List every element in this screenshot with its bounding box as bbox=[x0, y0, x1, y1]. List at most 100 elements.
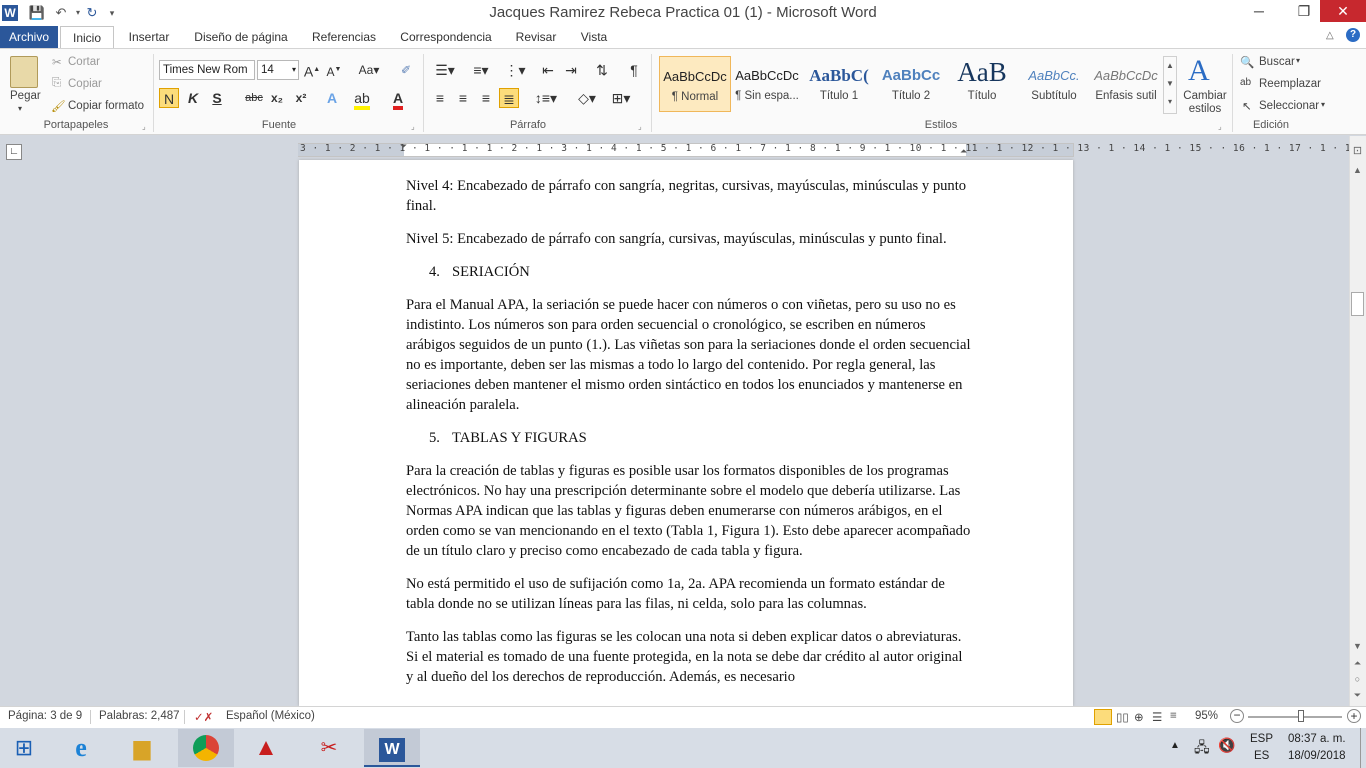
heading-seriacion[interactable]: 4. SERIACIÓN bbox=[406, 262, 971, 282]
style-normal[interactable]: AaBbCcDc ¶ Normal bbox=[659, 56, 731, 112]
tab-file[interactable]: Archivo bbox=[0, 26, 58, 49]
document-body[interactable]: Nivel 4: Encabezado de párrafo con sangr… bbox=[406, 176, 971, 700]
text-effects-icon[interactable]: A bbox=[322, 88, 342, 108]
style-heading-2[interactable]: AaBbCc Título 2 bbox=[875, 56, 947, 112]
paste-dropdown-icon[interactable]: ▾ bbox=[18, 104, 22, 113]
zoom-out-button[interactable]: − bbox=[1230, 709, 1244, 723]
tab-references[interactable]: Referencias bbox=[304, 26, 384, 49]
clear-formatting-icon[interactable]: ✐ bbox=[396, 60, 416, 80]
underline-button[interactable]: S bbox=[207, 88, 227, 108]
proofing-icon[interactable]: ✓✗ bbox=[194, 710, 213, 724]
styles-scroll[interactable]: ▲ ▼ ▾ bbox=[1163, 56, 1177, 114]
heading-tablas-figuras[interactable]: 5. TABLAS Y FIGURAS bbox=[406, 428, 971, 448]
clock-date[interactable]: 18/09/2018 bbox=[1288, 750, 1346, 762]
input-language[interactable]: ESP bbox=[1250, 733, 1273, 745]
style-title[interactable]: AaB Título bbox=[946, 56, 1018, 112]
browse-object-icon[interactable]: ○ bbox=[1349, 671, 1366, 688]
word-taskbar-icon[interactable]: W bbox=[364, 729, 420, 767]
justify-icon[interactable]: ≣ bbox=[499, 88, 519, 108]
multilevel-list-icon[interactable]: ⋮▾ bbox=[500, 60, 530, 80]
strikethrough-button[interactable]: abc bbox=[243, 88, 265, 108]
paragraph-launcher-icon[interactable]: ⌟ bbox=[638, 122, 642, 131]
paste-button-label[interactable]: Pegar bbox=[10, 90, 41, 102]
cut-button[interactable]: Cortar bbox=[68, 56, 100, 68]
align-left-icon[interactable]: ≡ bbox=[430, 88, 450, 108]
find-button[interactable]: Buscar bbox=[1259, 56, 1295, 68]
snipping-tool-icon[interactable]: ✂ bbox=[305, 729, 353, 767]
document-page[interactable]: Nivel 4: Encabezado de párrafo con sangr… bbox=[299, 160, 1073, 706]
close-button[interactable]: ✕ bbox=[1320, 0, 1366, 22]
help-icon[interactable]: ? bbox=[1346, 28, 1360, 42]
show-hidden-icons[interactable]: ▲ bbox=[1170, 740, 1180, 751]
zoom-slider-track[interactable] bbox=[1248, 716, 1342, 718]
right-indent-marker[interactable]: ⏶ bbox=[960, 146, 967, 157]
paragraph[interactable]: Nivel 4: Encabezado de párrafo con sangr… bbox=[406, 176, 971, 216]
scroll-up-arrow[interactable]: ▲ bbox=[1349, 162, 1366, 179]
autocad-icon[interactable]: ▲ bbox=[242, 729, 290, 767]
draft-view-icon[interactable]: ≡ bbox=[1170, 710, 1177, 722]
tab-insert[interactable]: Insertar bbox=[118, 26, 180, 49]
style-heading-1[interactable]: AaBbC( Título 1 bbox=[803, 56, 875, 112]
restore-button[interactable]: ❐ bbox=[1289, 0, 1319, 22]
tab-view[interactable]: Vista bbox=[572, 26, 616, 49]
align-center-icon[interactable]: ≡ bbox=[453, 88, 473, 108]
bold-button[interactable]: N bbox=[159, 88, 179, 108]
next-page-icon[interactable]: ⏷ bbox=[1349, 687, 1366, 704]
clock-time[interactable]: 08:37 a. m. bbox=[1288, 733, 1346, 745]
zoom-slider-thumb[interactable] bbox=[1297, 710, 1304, 722]
file-explorer-icon[interactable]: ▆ bbox=[118, 729, 166, 767]
internet-explorer-icon[interactable]: e bbox=[57, 729, 105, 767]
subscript-button[interactable]: x₂ bbox=[267, 88, 287, 108]
volume-muted-icon[interactable]: 🔇 bbox=[1218, 737, 1235, 754]
font-color-icon[interactable]: A bbox=[388, 88, 408, 110]
outline-view-icon[interactable]: ☰ bbox=[1152, 710, 1162, 724]
zoom-in-button[interactable]: + bbox=[1347, 709, 1361, 723]
previous-page-icon[interactable]: ⏶ bbox=[1349, 655, 1366, 672]
decrease-indent-icon[interactable]: ⇤ bbox=[538, 60, 558, 80]
tab-review[interactable]: Revisar bbox=[508, 26, 564, 49]
change-case-icon[interactable]: Aa▾ bbox=[356, 60, 382, 80]
tab-selector[interactable]: ∟ bbox=[6, 144, 22, 160]
print-layout-view-icon[interactable] bbox=[1094, 709, 1112, 725]
network-icon[interactable]: 🖧 bbox=[1194, 737, 1210, 761]
tab-page-layout[interactable]: Diseño de página bbox=[186, 26, 296, 49]
find-dropdown-icon[interactable]: ▾ bbox=[1296, 56, 1300, 65]
chrome-icon[interactable] bbox=[178, 729, 234, 767]
increase-indent-icon[interactable]: ⇥ bbox=[561, 60, 581, 80]
paragraph[interactable]: Para el Manual APA, la seriación se pued… bbox=[406, 295, 971, 415]
superscript-button[interactable]: x² bbox=[291, 88, 311, 108]
styles-launcher-icon[interactable]: ⌟ bbox=[1218, 122, 1222, 131]
scroll-down-arrow[interactable]: ▼ bbox=[1349, 638, 1366, 655]
language-status[interactable]: Español (México) bbox=[226, 710, 315, 722]
italic-button[interactable]: K bbox=[183, 88, 203, 108]
paragraph[interactable]: Nivel 5: Encabezado de párrafo con sangr… bbox=[406, 229, 971, 249]
tab-mailings[interactable]: Correspondencia bbox=[392, 26, 500, 49]
bullets-icon[interactable]: ☰▾ bbox=[430, 60, 460, 80]
keyboard-layout[interactable]: ES bbox=[1254, 750, 1269, 762]
select-dropdown-icon[interactable]: ▾ bbox=[1321, 100, 1325, 109]
paragraph[interactable]: Tanto las tablas como las figuras se les… bbox=[406, 627, 971, 687]
borders-icon[interactable]: ⊞▾ bbox=[606, 88, 636, 108]
style-subtitle[interactable]: AaBbCc. Subtítulo bbox=[1018, 56, 1090, 112]
change-styles-icon[interactable]: A bbox=[1188, 54, 1210, 88]
change-styles-button[interactable]: Cambiar estilos bbox=[1183, 90, 1227, 116]
replace-button[interactable]: Reemplazar bbox=[1259, 78, 1321, 90]
select-button[interactable]: Seleccionar bbox=[1259, 100, 1319, 112]
indent-marker[interactable]: ⏷ bbox=[400, 141, 407, 152]
scroll-thumb[interactable] bbox=[1351, 292, 1364, 316]
format-painter-button[interactable]: Copiar formato bbox=[68, 100, 144, 112]
web-layout-icon[interactable]: ⊕ bbox=[1134, 710, 1144, 724]
full-screen-reading-icon[interactable]: ▯▯ bbox=[1116, 710, 1129, 724]
paragraph[interactable]: No está permitido el uso de sufijación c… bbox=[406, 574, 971, 614]
numbering-icon[interactable]: ≡▾ bbox=[466, 60, 496, 80]
clipboard-launcher-icon[interactable]: ⌟ bbox=[142, 122, 146, 131]
font-launcher-icon[interactable]: ⌟ bbox=[411, 122, 415, 131]
font-size-combo[interactable]: 14 ▾ bbox=[257, 60, 299, 80]
font-name-combo[interactable]: Times New Rom bbox=[159, 60, 255, 80]
vertical-scrollbar[interactable] bbox=[1349, 136, 1366, 706]
paragraph[interactable]: Para la creación de tablas y figuras es … bbox=[406, 461, 971, 561]
shrink-font-icon[interactable]: A▼ bbox=[324, 60, 344, 80]
minimize-ribbon-icon[interactable]: △ bbox=[1326, 30, 1334, 41]
copy-button[interactable]: Copiar bbox=[68, 78, 102, 90]
highlight-icon[interactable]: ab bbox=[352, 88, 372, 110]
